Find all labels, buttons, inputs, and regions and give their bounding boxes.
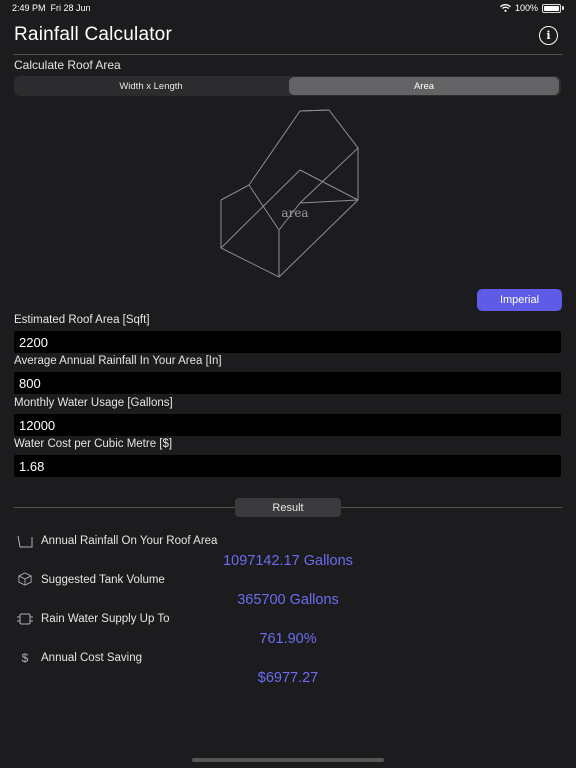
status-time-text: 2:49 PM <box>12 3 46 13</box>
header-divider <box>14 54 562 55</box>
page-title: Rainfall Calculator <box>14 24 172 45</box>
roof-diagram: area <box>220 109 359 278</box>
roof-area-input[interactable]: 2200 <box>14 331 561 353</box>
status-time: 2:49 PM Fri 28 Jun <box>12 3 91 13</box>
water-usage-input[interactable]: 12000 <box>14 414 561 436</box>
cost-saving-value: $6977.27 <box>257 670 319 686</box>
home-indicator[interactable] <box>192 758 384 762</box>
status-bar: 2:49 PM Fri 28 Jun 100% <box>0 0 576 16</box>
imperial-button[interactable]: Imperial <box>477 289 562 311</box>
rainfall-label: Average Annual Rainfall In Your Area [In… <box>14 355 222 367</box>
water-usage-label: Monthly Water Usage [Gallons] <box>14 397 173 409</box>
water-cost-label: Water Cost per Cubic Metre [$] <box>14 438 173 450</box>
annual-rainfall-value: 1097142.17 Gallons <box>223 553 353 569</box>
water-cost-input[interactable]: 1.68 <box>14 455 561 477</box>
segment-width-length[interactable]: Width x Length <box>14 76 288 96</box>
roof-area-label: Estimated Roof Area [Sqft] <box>14 314 150 326</box>
rainfall-input[interactable]: 800 <box>14 372 561 394</box>
water-supply-label: Rain Water Supply Up To <box>41 613 170 625</box>
status-right: 100% <box>500 3 564 13</box>
tank-volume-label: Suggested Tank Volume <box>41 574 165 586</box>
cube-icon <box>18 572 32 586</box>
battery-percent: 100% <box>514 3 538 13</box>
cost-saving-label: Annual Cost Saving <box>41 652 143 664</box>
segment-area[interactable]: Area <box>289 77 559 95</box>
status-date-text: Fri 28 Jun <box>50 3 91 13</box>
water-supply-value: 761.90% <box>259 631 317 647</box>
wifi-icon <box>500 4 511 12</box>
roof-section-label: Calculate Roof Area <box>14 58 121 72</box>
diagram-label: area <box>281 206 308 220</box>
tank-icon <box>17 613 33 625</box>
roof-tray-icon <box>17 535 33 548</box>
result-button[interactable]: Result <box>235 498 341 517</box>
tank-volume-value: 365700 Gallons <box>237 592 339 608</box>
battery-icon <box>542 3 561 13</box>
dollar-icon: $ <box>21 651 29 665</box>
battery-nub <box>562 6 564 10</box>
annual-rainfall-label: Annual Rainfall On Your Roof Area <box>41 535 218 547</box>
roof-mode-segmented-control[interactable]: Width x Length Area <box>14 76 561 96</box>
info-icon[interactable]: i <box>539 26 558 45</box>
